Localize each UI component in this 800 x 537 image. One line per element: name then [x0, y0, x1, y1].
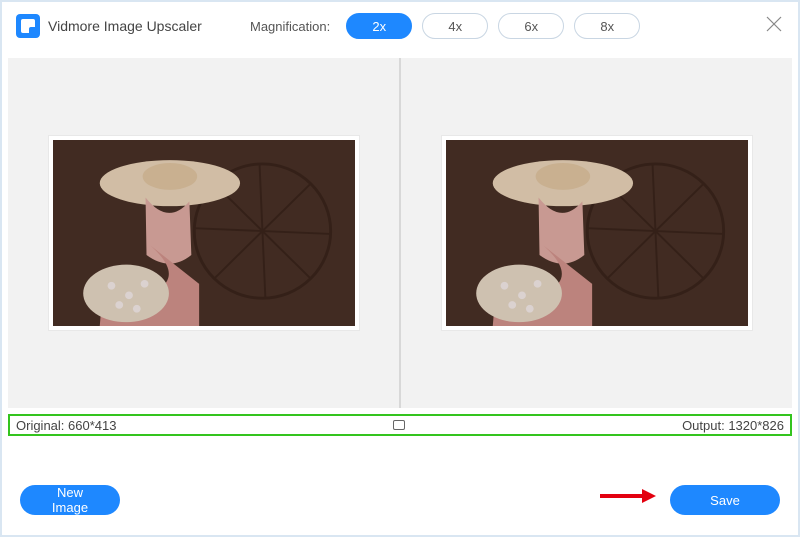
- vidmore-logo-icon: [16, 14, 40, 38]
- new-image-button[interactable]: New Image: [20, 485, 120, 515]
- footer: New Image Save: [2, 465, 798, 535]
- output-label: Output:: [682, 418, 725, 433]
- original-image: [53, 140, 355, 326]
- original-dimensions: Original: 660*413: [16, 418, 117, 433]
- divider-handle-wrap: [117, 420, 683, 430]
- original-image-frame: [49, 136, 359, 330]
- app-title: Vidmore Image Upscaler: [48, 18, 202, 34]
- magnification-group: Magnification: 2x 4x 6x 8x: [250, 2, 640, 50]
- output-dimensions: Output: 1320*826: [682, 418, 784, 433]
- save-button[interactable]: Save: [670, 485, 780, 515]
- magnification-4x-button[interactable]: 4x: [422, 13, 488, 39]
- output-image: [446, 140, 748, 326]
- magnification-2x-button[interactable]: 2x: [346, 13, 412, 39]
- magnification-label: Magnification:: [250, 19, 330, 34]
- original-value: 660*413: [68, 418, 116, 433]
- divider-handle-icon[interactable]: [393, 420, 405, 430]
- dimensions-bar: Original: 660*413 Output: 1320*826: [8, 414, 792, 436]
- magnification-8x-button[interactable]: 8x: [574, 13, 640, 39]
- compare-area: [8, 58, 792, 408]
- close-button[interactable]: [762, 12, 786, 36]
- header: Vidmore Image Upscaler Magnification: 2x…: [2, 2, 798, 50]
- output-image-frame: [442, 136, 752, 330]
- output-value: 1320*826: [728, 418, 784, 433]
- original-label: Original:: [16, 418, 64, 433]
- magnification-6x-button[interactable]: 6x: [498, 13, 564, 39]
- original-pane: [8, 58, 400, 408]
- close-icon: [765, 15, 783, 33]
- output-pane: [400, 58, 792, 408]
